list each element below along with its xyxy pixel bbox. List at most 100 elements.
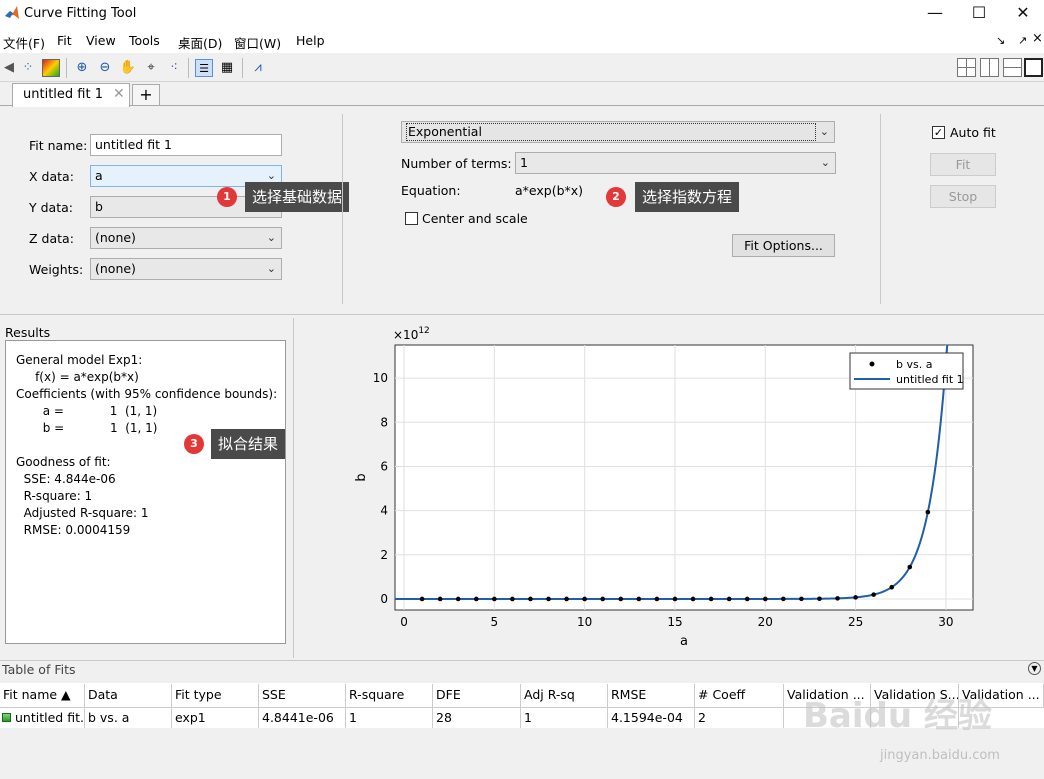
pan-hand-icon[interactable]: ✋ [119, 59, 137, 77]
add-tab-button[interactable]: + [132, 84, 160, 106]
menu-tools[interactable]: Tools [129, 33, 160, 48]
menu-view[interactable]: View [86, 33, 116, 48]
cell-dfe: 28 [433, 708, 521, 728]
grid-toggle-icon[interactable]: ▦ [218, 59, 236, 77]
back-arrow-icon[interactable]: ◀ [0, 59, 18, 77]
data-point [582, 596, 587, 602]
close-figure-icon[interactable]: × [1032, 31, 1043, 46]
results-line: f(x) = a*exp(b*x) [16, 370, 139, 384]
z-data-dropdown[interactable]: (none) ⌄ [90, 227, 282, 249]
x-tick-label: 20 [758, 615, 773, 629]
fit-options-button[interactable]: Fit Options... [732, 234, 835, 257]
y-tick-label: 2 [380, 548, 388, 562]
maximize-button[interactable]: ☐ [956, 0, 1002, 28]
results-line: R-square: 1 [16, 489, 93, 503]
col-header-sse[interactable]: SSE [259, 684, 346, 708]
menu-desktop[interactable]: 桌面(D) [178, 33, 222, 52]
results-line: a = 1 (1, 1) [16, 404, 158, 418]
y-data-label: Y data: [29, 200, 73, 215]
chevron-down-icon: ⌄ [819, 125, 829, 138]
data-point [600, 596, 606, 602]
cell-sse: 4.8441e-06 [259, 708, 346, 728]
matlab-logo-icon [5, 6, 19, 19]
plot-legend[interactable]: b vs. a untitled fit 1 [849, 352, 964, 390]
window-title: Curve Fitting Tool [24, 6, 137, 21]
data-point [510, 596, 515, 602]
data-point [437, 596, 443, 602]
toolbar-separator [242, 58, 243, 78]
data-point [672, 596, 678, 602]
fit-plot[interactable]: 0 5 10 15 20 25 30 0 2 4 6 8 10 a b ×1012 b vs. a un… [296, 318, 1044, 658]
model-type-dropdown[interactable]: Exponential ⌄ [401, 121, 835, 143]
menu-fit[interactable]: Fit [57, 33, 72, 48]
col-header-adj-r-sq[interactable]: Adj R-sq [521, 684, 608, 708]
layout-grid-icon[interactable] [957, 58, 976, 77]
cell-adj-r-sq: 1 [521, 708, 608, 728]
col-header-fit-name[interactable]: Fit name ▲ [0, 684, 85, 708]
number-of-terms-dropdown[interactable]: 1 ⌄ [515, 152, 836, 174]
y-tick-label: 0 [380, 592, 388, 606]
baidu-watermark-url: jingyan.baidu.com [880, 748, 1000, 763]
layout-rows-icon[interactable] [1003, 58, 1022, 77]
exclude-outliers-icon[interactable]: ⁖ [165, 59, 183, 77]
center-scale-checkbox[interactable] [405, 212, 418, 225]
col-header-coeff[interactable]: # Coeff [695, 684, 784, 708]
data-point [419, 596, 425, 602]
fit-name-label: Fit name: [29, 138, 88, 153]
layout-single-icon[interactable] [1024, 58, 1043, 77]
x-tick-label: 15 [667, 615, 682, 629]
results-line: SSE: 4.844e-06 [16, 472, 116, 486]
undock-arrow-icon[interactable]: ↘ [996, 34, 1005, 47]
data-point [690, 596, 696, 602]
colormap-icon[interactable] [42, 59, 60, 77]
menu-file[interactable]: 文件(F) [3, 33, 45, 52]
legend-toggle-icon[interactable]: ☰ [195, 59, 213, 77]
collapse-chevron-icon[interactable]: ▼ [1028, 662, 1041, 675]
residuals-plot-icon[interactable]: ⩘ [249, 59, 267, 77]
zoom-out-icon[interactable]: ⊖ [96, 59, 114, 77]
data-point [889, 584, 895, 590]
annotation-callout-2: 选择指数方程 [635, 182, 740, 212]
data-point [546, 596, 551, 602]
weights-label: Weights: [29, 262, 84, 277]
menu-help[interactable]: Help [296, 33, 325, 48]
close-button[interactable]: ✕ [1000, 0, 1044, 28]
close-tab-icon[interactable]: ✕ [113, 86, 125, 102]
center-scale-label: Center and scale [422, 211, 528, 226]
data-point [492, 596, 497, 602]
fit-name-input[interactable]: untitled fit 1 [90, 134, 282, 156]
data-point [528, 596, 533, 602]
fit-button[interactable]: Fit [930, 153, 996, 176]
legend-entry-data: b vs. a [896, 358, 932, 371]
cell-rmse: 4.1594e-04 [608, 708, 695, 728]
col-header-dfe[interactable]: DFE [433, 684, 521, 708]
x-data-label: X data: [29, 169, 74, 184]
results-line: Adjusted R-square: 1 [16, 506, 149, 520]
stop-button[interactable]: Stop [930, 185, 996, 208]
col-header-r-square[interactable]: R-square [346, 684, 433, 708]
layout-columns-icon[interactable] [980, 58, 999, 77]
chevron-down-icon: ⌄ [820, 156, 830, 169]
minimize-button[interactable]: — [912, 0, 958, 28]
x-tick-label: 0 [400, 615, 408, 629]
cell-data: b vs. a [85, 708, 172, 728]
zoom-in-icon[interactable]: ⊕ [73, 59, 91, 77]
tab-untitled-fit-1[interactable]: untitled fit 1 ✕ [12, 83, 130, 107]
dock-arrow-icon[interactable]: ↗ [1018, 34, 1027, 47]
x-tick-label: 30 [938, 615, 953, 629]
tab-label: untitled fit 1 [23, 87, 103, 102]
cell-fit-type: exp1 [172, 708, 259, 728]
data-points-icon[interactable]: ⁘ [19, 59, 37, 77]
col-header-data[interactable]: Data [85, 684, 172, 708]
col-header-rmse[interactable]: RMSE [608, 684, 695, 708]
data-point [817, 596, 822, 602]
annotation-callout-3: 拟合结果 [211, 429, 286, 459]
x-tick-label: 10 [577, 615, 592, 629]
data-cursor-icon[interactable]: ⌖ [142, 59, 160, 77]
auto-fit-label: Auto fit [950, 125, 996, 140]
auto-fit-checkbox[interactable]: ✓ [932, 126, 945, 139]
panel-divider [880, 114, 881, 304]
col-header-fit-type[interactable]: Fit type [172, 684, 259, 708]
weights-dropdown[interactable]: (none) ⌄ [90, 258, 282, 280]
menu-window[interactable]: 窗口(W) [234, 33, 281, 52]
